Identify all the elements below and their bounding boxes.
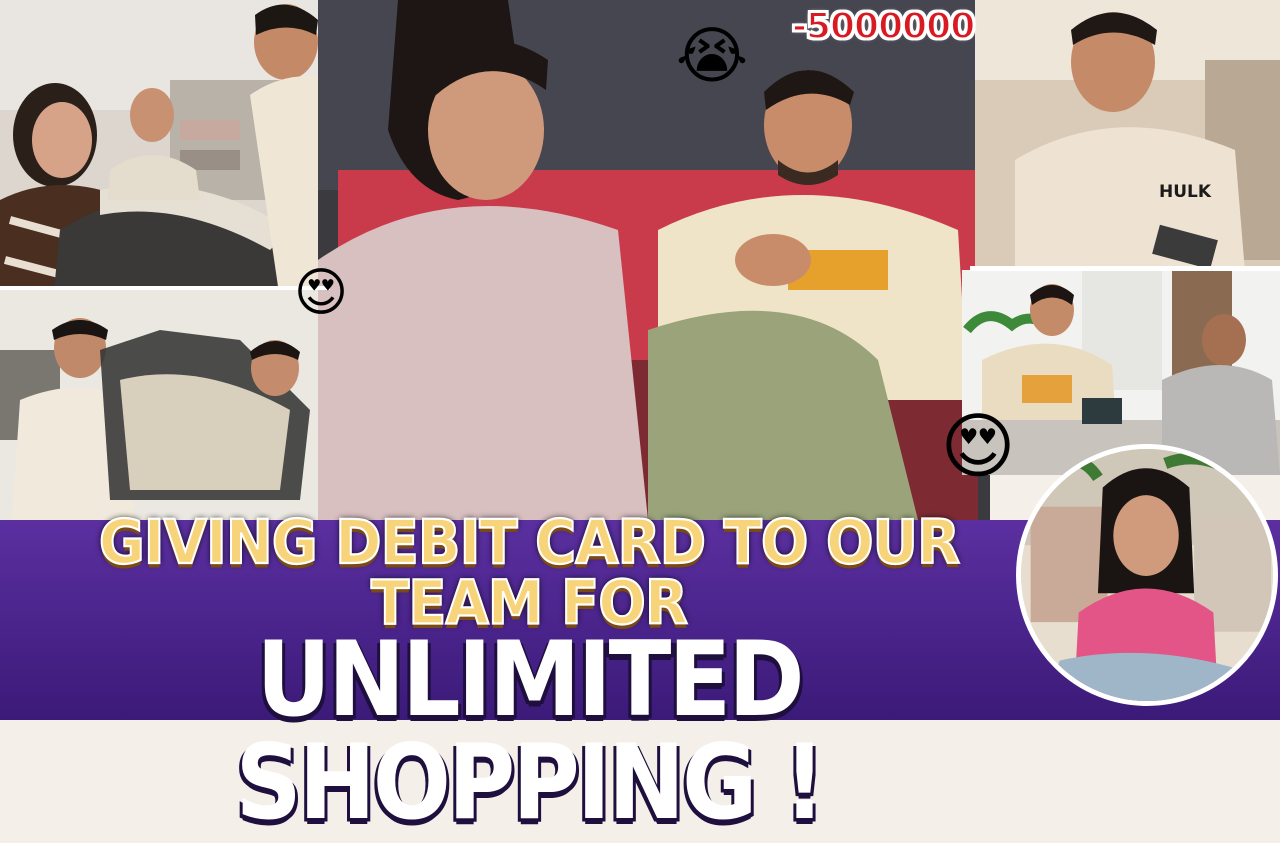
divider: [970, 266, 1280, 271]
main-scene-panel: [318, 0, 990, 520]
amount-badge: -5000000: [791, 5, 976, 48]
heart-eyes-icon: 😍: [940, 404, 1016, 488]
mall-panel: HULK: [975, 0, 1280, 272]
heart-eyes-icon: 😍: [293, 263, 349, 323]
divider: [0, 286, 330, 290]
headline-line-2: UNLIMITED SHOPPING !: [235, 620, 825, 843]
round-portrait: [1016, 444, 1278, 706]
headline: GIVING DEBIT CARD TO OUR TEAM FOR UNLIMI…: [14, 512, 1044, 835]
headline-line-1: GIVING DEBIT CARD TO OUR TEAM FOR: [98, 508, 961, 639]
crying-face-icon: 😭: [675, 19, 749, 92]
tshirt-print: HULK: [1159, 182, 1212, 202]
